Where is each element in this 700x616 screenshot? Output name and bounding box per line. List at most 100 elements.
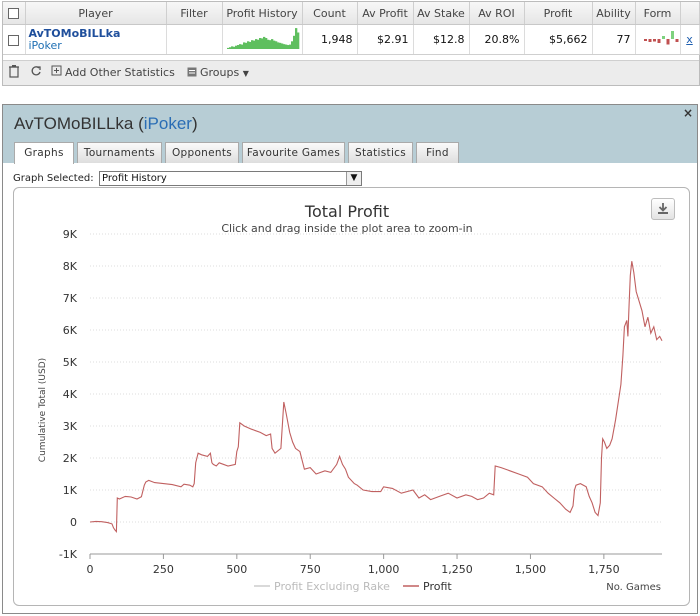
select-all-checkbox[interactable] — [8, 8, 20, 19]
player-detail-panel: AvTOMoBILLka (iPoker) × Graphs Tournamen… — [2, 104, 698, 614]
y-axis-label: Cumulative Total (USD) — [38, 358, 48, 462]
spark-bar — [270, 39, 273, 49]
spark-bar — [296, 32, 299, 49]
tab-statistics[interactable]: Statistics — [348, 142, 413, 163]
trash-icon[interactable] — [8, 64, 20, 81]
y-tick-label: 4K — [63, 388, 78, 401]
profit-history-cell — [222, 24, 303, 55]
spark-bar — [242, 42, 245, 49]
x-tick-label: 1,000 — [368, 563, 400, 576]
y-tick-label: 6K — [63, 324, 78, 337]
form-bar — [648, 39, 651, 42]
spark-bar — [280, 43, 283, 49]
player-stats-table: Player Filter Profit History Count Av Pr… — [2, 1, 700, 86]
tab-favourite-games[interactable]: Favourite Games — [242, 142, 345, 163]
stats-header-row: Player Filter Profit History Count Av Pr… — [3, 2, 700, 25]
remove-cell[interactable]: x — [680, 24, 700, 55]
panel-title: AvTOMoBILLka (iPoker) — [14, 114, 198, 133]
col-av-roi[interactable]: Av ROI — [469, 2, 525, 25]
player-name-link[interactable]: AvTOMoBILLka — [29, 27, 166, 40]
spark-bar — [254, 39, 257, 49]
download-icon — [658, 203, 668, 214]
stats-toolbar: Add Other Statistics Groups ▼ — [3, 60, 699, 85]
panel-player-name: AvTOMoBILLka — [14, 114, 134, 133]
x-axis-label: No. Games — [606, 582, 661, 593]
spark-bar — [246, 41, 249, 49]
spark-bar — [276, 42, 279, 49]
spark-bar — [294, 28, 297, 49]
total-profit-chart[interactable]: Total Profit Click and drag inside the p… — [14, 188, 689, 605]
chevron-down-icon[interactable]: ▼ — [346, 172, 361, 185]
close-icon[interactable]: × — [683, 106, 693, 120]
spark-bar — [290, 41, 293, 49]
chart-legend: Profit Excluding Rake Profit — [254, 580, 452, 593]
spark-bar — [258, 38, 261, 49]
form-bar — [657, 39, 660, 43]
row-checkbox[interactable] — [8, 34, 20, 46]
col-form[interactable]: Form — [635, 2, 681, 25]
av-stake-cell: $12.8 — [413, 24, 470, 55]
x-tick-label: 1,750 — [588, 563, 620, 576]
spark-bar — [264, 38, 267, 49]
add-stats-icon[interactable] — [51, 65, 62, 79]
legend-item-profit[interactable]: Profit — [423, 580, 452, 593]
col-count[interactable]: Count — [302, 2, 358, 25]
add-other-statistics-button[interactable]: Add Other Statistics — [65, 66, 175, 79]
col-profit-history[interactable]: Profit History — [222, 2, 303, 25]
groups-label: Groups — [200, 66, 240, 79]
y-tick-label: 5K — [63, 356, 78, 369]
tab-opponents[interactable]: Opponents — [165, 142, 239, 163]
refresh-icon[interactable] — [30, 64, 42, 81]
col-player[interactable]: Player — [25, 2, 167, 25]
y-tick-label: 3K — [63, 420, 78, 433]
form-bar — [643, 39, 647, 41]
col-ability[interactable]: Ability — [592, 2, 636, 25]
x-tick-label: 0 — [87, 563, 94, 576]
graph-selected-label: Graph Selected: — [13, 173, 94, 184]
spark-bar — [272, 40, 275, 49]
y-tick-label: 0 — [70, 516, 77, 529]
form-bar — [661, 36, 665, 39]
spark-bar — [226, 47, 229, 49]
form-bar — [652, 39, 656, 42]
graph-select-value: Profit History — [102, 173, 167, 184]
tab-graphs[interactable]: Graphs — [14, 142, 74, 164]
y-tick-label: 8K — [63, 260, 78, 273]
tab-tournaments[interactable]: Tournaments — [77, 142, 162, 163]
y-tick-label: 1K — [63, 484, 78, 497]
panel-network: iPoker — [143, 114, 192, 133]
groups-dropdown[interactable]: Groups ▼ — [200, 66, 249, 79]
x-tick-label: 250 — [153, 563, 174, 576]
spark-bar — [256, 39, 259, 49]
player-cell[interactable]: AvTOMoBILLka iPoker — [25, 24, 167, 55]
groups-icon[interactable] — [187, 67, 197, 80]
download-chart-button[interactable] — [651, 198, 675, 220]
col-filter[interactable]: Filter — [166, 2, 223, 25]
select-all-cell[interactable] — [3, 2, 26, 25]
spark-bar — [238, 44, 241, 49]
ability-cell: 77 — [592, 24, 636, 55]
col-profit[interactable]: Profit — [524, 2, 593, 25]
row-select-cell[interactable] — [3, 24, 26, 55]
y-tick-label: 2K — [63, 452, 78, 465]
remove-row-link[interactable]: x — [686, 33, 693, 46]
spark-bar — [248, 41, 251, 49]
filter-cell[interactable] — [166, 24, 223, 55]
chevron-down-icon: ▼ — [242, 69, 249, 78]
form-cell — [635, 24, 681, 55]
graph-select[interactable]: Profit History ▼ — [99, 171, 362, 186]
legend-item-profit-excluding-rake[interactable]: Profit Excluding Rake — [274, 580, 390, 593]
player-network: iPoker — [28, 38, 62, 52]
spark-bar — [230, 46, 233, 49]
chart-title: Total Profit — [304, 202, 389, 221]
tab-find[interactable]: Find — [416, 142, 459, 163]
spark-bar — [228, 47, 231, 49]
chart-container[interactable]: Total Profit Click and drag inside the p… — [13, 187, 690, 606]
spark-bar — [232, 46, 235, 49]
series-line-profit[interactable] — [89, 261, 663, 534]
spark-bar — [268, 40, 271, 49]
x-tick-label: 750 — [300, 563, 321, 576]
col-av-stake[interactable]: Av Stake — [413, 2, 470, 25]
col-av-profit[interactable]: Av Profit — [357, 2, 414, 25]
spark-bar — [234, 45, 237, 49]
